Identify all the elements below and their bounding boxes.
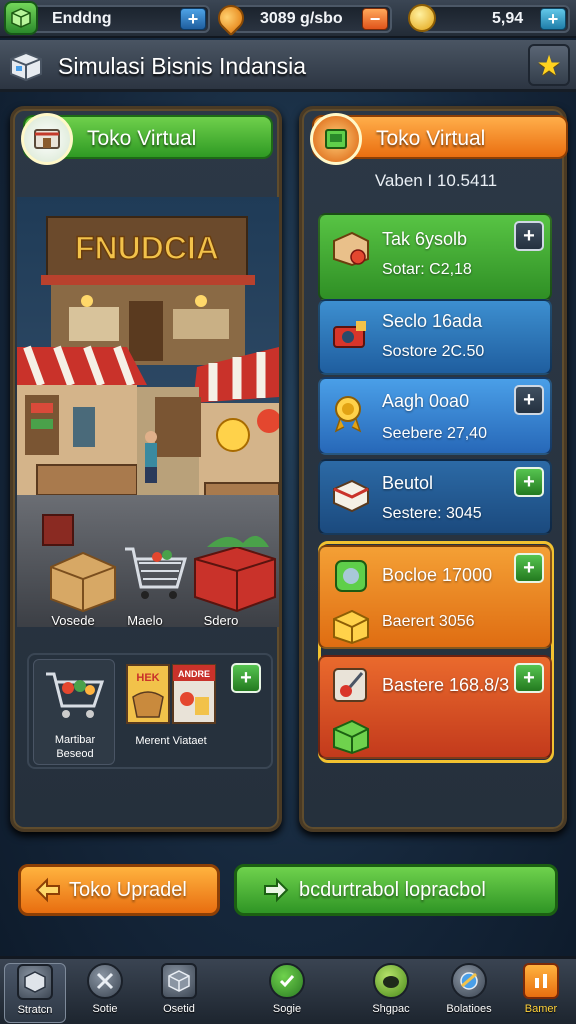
green-crate-icon xyxy=(333,719,369,755)
store-item-card[interactable]: Aagh 0oa0 Seebere 27,40 + xyxy=(318,377,552,455)
resource-counter-money: 3089 g/sbo − xyxy=(232,5,392,33)
shopping-cart-icon xyxy=(46,672,105,718)
gold-medal-icon xyxy=(334,396,362,433)
market-tile-label: Merent Viataet xyxy=(135,735,207,747)
add-item-button[interactable]: + xyxy=(514,663,544,693)
cash-register-icon xyxy=(333,321,366,348)
item-title: Tak 6ysolb xyxy=(382,229,468,249)
primary-action-label: bcdurtrabol lopracbol xyxy=(299,878,486,901)
globe-icon xyxy=(451,963,487,999)
category-label: Vosede xyxy=(51,613,95,628)
item-title: Bocloe 17000 xyxy=(382,565,493,585)
cart-tile-label-1: Martibar xyxy=(54,734,96,746)
gamepad-icon xyxy=(373,963,409,999)
page-title: Simulasi Bisnis Indansia xyxy=(58,53,307,79)
store-scene[interactable]: FNUDCIA xyxy=(17,197,279,627)
item-price: Seebere 27,40 xyxy=(382,425,487,442)
resource-stock-value: Enddng xyxy=(52,10,112,27)
register-badge-icon xyxy=(310,113,362,165)
category-label: Sdero xyxy=(203,613,239,628)
nav-item-crate[interactable]: Osetid xyxy=(148,963,210,1023)
add-coins-button[interactable]: + xyxy=(540,8,566,30)
market-tile[interactable]: HEK ANDRE Merent Viataet xyxy=(123,661,219,765)
upgrade-arrow-icon xyxy=(35,877,60,903)
nav-item-shop[interactable]: Shgpac xyxy=(360,963,422,1023)
arrow-right-icon xyxy=(264,877,289,903)
nav-label: Osetid xyxy=(163,1003,195,1015)
check-icon xyxy=(269,963,305,999)
add-sub-item-button[interactable]: + xyxy=(231,663,261,693)
crate-icon xyxy=(161,963,197,999)
nav-label: Sotie xyxy=(92,1003,118,1015)
store-item-card[interactable]: Tak 6ysolb Sotar: C2,18 + xyxy=(318,213,552,301)
nav-label: Shgpac xyxy=(372,1003,410,1015)
title-bar: Simulasi Bisnis Indansia ★ xyxy=(0,40,576,92)
category-label: Maelo xyxy=(127,613,163,628)
add-item-button[interactable]: + xyxy=(514,467,544,497)
store-panel-title: Toko Virtual xyxy=(87,127,197,150)
stall-sign-2: ANDRE xyxy=(178,669,210,679)
add-item-button[interactable]: + xyxy=(514,385,544,415)
stall-sign-1: HEK xyxy=(136,672,159,684)
store-item-card[interactable]: Beutol Sestere: 3045 + xyxy=(318,459,552,535)
nav-item-check[interactable]: Sogie xyxy=(256,963,318,1023)
add-item-button[interactable]: + xyxy=(514,553,544,583)
resource-counter-coins: 5,94 + xyxy=(420,5,570,33)
primary-action-button[interactable]: bcdurtrabol lopracbol xyxy=(234,864,558,916)
store-item-card[interactable]: Bocloe 17000 Baerert 3056 + xyxy=(318,545,552,649)
item-title: Beutol xyxy=(382,473,434,493)
version-label: Vaben I 10.5411 xyxy=(374,171,498,190)
add-item-button[interactable]: + xyxy=(514,221,544,251)
store-badge-icon xyxy=(21,113,73,165)
cart-tile[interactable]: Martibar Beseod xyxy=(33,659,115,765)
upgrade-store-label: Toko Upradel xyxy=(69,878,187,901)
nav-label: Bolatioes xyxy=(446,1003,492,1015)
item-price: Sestere: 3045 xyxy=(382,505,482,522)
product-box-icon xyxy=(333,479,369,513)
green-token-icon xyxy=(335,560,367,592)
item-price: Baerert 3056 xyxy=(382,613,475,630)
nav-item-globe[interactable]: Bolatioes xyxy=(438,963,500,1023)
cart-tile-label-2: Beseod xyxy=(56,748,94,760)
store-preview-panel: Toko Virtual FNUDCIA Vosede Maelo Sdero … xyxy=(10,106,282,832)
resource-bar: Enddng + 3089 g/sbo − 5,94 + xyxy=(0,0,576,38)
money-minus-button[interactable]: − xyxy=(362,8,388,30)
item-title: Bastere 168.8/3 xyxy=(382,675,510,695)
nav-label: Sogie xyxy=(272,1003,302,1015)
nav-label: Stratcn xyxy=(17,1004,53,1016)
cube-icon xyxy=(4,1,38,35)
tool-icon xyxy=(333,668,367,702)
items-panel-header: Toko Virtual xyxy=(310,113,568,165)
nav-label: Bamer xyxy=(524,1003,558,1015)
market-stall-icon: HEK ANDRE xyxy=(126,664,216,724)
item-title: Seclo 16ada xyxy=(382,311,483,331)
resource-money-value: 3089 g/sbo xyxy=(260,10,343,27)
grocery-box-icon xyxy=(333,231,369,267)
items-panel-title: Toko Virtual xyxy=(376,127,486,150)
resource-coins-value: 5,94 xyxy=(492,10,524,27)
item-price: Sotar: C2,18 xyxy=(382,261,472,278)
store-panel-header: Toko Virtual xyxy=(21,113,273,165)
add-stock-button[interactable]: + xyxy=(180,8,206,30)
resource-counter-stock: Enddng + xyxy=(18,5,210,33)
chart-icon xyxy=(523,963,559,999)
store-item-card[interactable]: Bastere 168.8/3 + xyxy=(318,655,552,759)
tools-icon xyxy=(87,963,123,999)
upgrade-store-button[interactable]: Toko Upradel xyxy=(18,864,220,916)
nav-item-stats[interactable]: Bamer xyxy=(510,963,572,1023)
bottom-nav: Stratcn Sotie Osetid Sogie Shgpac Bolati… xyxy=(0,956,576,1024)
item-price: Sostore 2C.50 xyxy=(382,343,485,360)
nav-item-store[interactable]: Stratcn xyxy=(4,963,66,1023)
store-items-panel: Toko Virtual Vaben I 10.5411 Tak 6ysolb … xyxy=(299,106,568,832)
item-title: Aagh 0oa0 xyxy=(382,391,470,411)
nav-item-tools[interactable]: Sotie xyxy=(74,963,136,1023)
favorite-star-button[interactable]: ★ xyxy=(528,44,570,86)
store-sign: FNUDCIA xyxy=(75,230,219,266)
sub-items-card: Martibar Beseod HEK ANDRE Merent Viataet… xyxy=(27,653,273,769)
store-item-card[interactable]: Seclo 16ada Sostore 2C.50 xyxy=(318,299,552,375)
box-icon xyxy=(17,964,53,1000)
store-box-icon xyxy=(8,50,44,82)
coin-icon xyxy=(408,4,436,32)
yellow-crate-icon xyxy=(333,609,369,645)
